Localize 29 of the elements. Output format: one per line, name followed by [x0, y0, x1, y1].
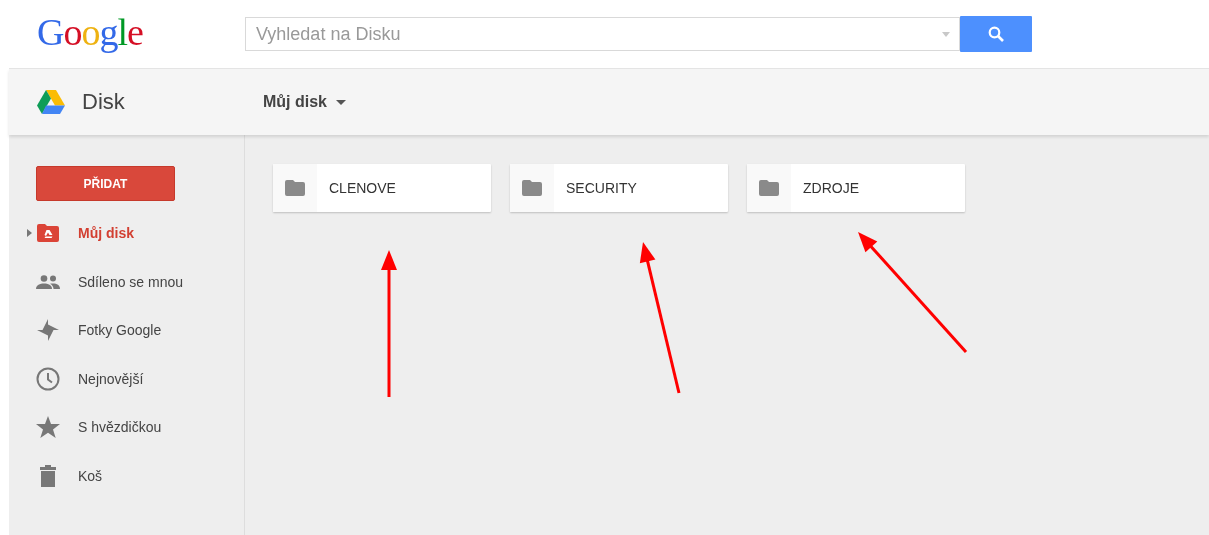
folder-tile[interactable]: SECURITY [510, 164, 728, 212]
sidebar-item[interactable]: Nejnovější [9, 354, 244, 403]
trash-icon [40, 464, 56, 487]
folder-tile[interactable]: CLENOVE [273, 164, 491, 212]
caret-icon [336, 99, 346, 105]
pinwheel-icon [37, 319, 59, 342]
new-button[interactable]: PŘIDAT [36, 166, 175, 201]
folder-icon [759, 180, 779, 196]
folder-icon [522, 180, 542, 196]
sidebar-item[interactable]: Koš [9, 451, 244, 500]
people-icon [36, 274, 60, 289]
sidebar-item[interactable]: Sdíleno se mnou [9, 257, 244, 306]
expand-arrow-icon[interactable] [27, 229, 32, 238]
star-icon [36, 416, 60, 439]
google-logo[interactable]: Google [37, 10, 245, 54]
folder-tile[interactable]: ZDROJE [747, 164, 965, 212]
search-icon [988, 26, 1004, 42]
drive-logo-icon [37, 90, 65, 114]
location-dropdown[interactable]: Můj disk [263, 93, 346, 111]
app-name: Disk [82, 89, 125, 115]
clock-icon [36, 366, 60, 391]
sidebar-item[interactable]: Můj disk [9, 209, 244, 258]
dropdown-caret-icon[interactable] [942, 32, 950, 37]
search-button[interactable] [960, 16, 1032, 52]
sidebar-item[interactable]: S hvězdičkou [9, 403, 244, 452]
folder-icon [285, 180, 305, 196]
drive-folder-icon [37, 224, 59, 243]
sidebar-item[interactable]: Fotky Google [9, 306, 244, 355]
search-field[interactable]: Vyhledat na Disku [245, 17, 960, 51]
